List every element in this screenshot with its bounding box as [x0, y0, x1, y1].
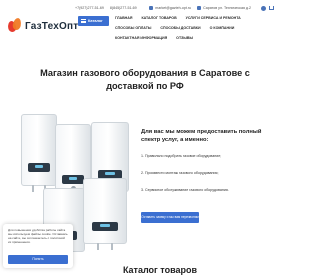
logo-text: ГазТехОпт	[25, 20, 79, 32]
catalog-section-title: Каталог товаров	[122, 265, 198, 275]
nav-item-reviews[interactable]: Отзывы	[176, 36, 193, 41]
request-callback-button[interactable]: Оставить заявку и мы вам перезвоним	[141, 212, 199, 223]
nav-item-home[interactable]: Главная	[115, 16, 132, 21]
catalog-button-label: Каталог	[88, 19, 103, 23]
catalog-button[interactable]: Каталог	[78, 16, 109, 26]
address-text: Саратов ул. Техническая д.2	[203, 5, 251, 10]
service-item-maintenance: 3. Сервисное обслуживание газового обору…	[141, 188, 229, 192]
service-item-install: 2. Произвести монтаж газового оборудован…	[141, 171, 219, 175]
top-contact-bar: +7(927)277-51-69 8(845)277-51-69 market@…	[75, 4, 274, 12]
phone-link-1[interactable]: +7(927)277-51-69	[75, 6, 104, 10]
nav-item-services[interactable]: Услуги сервиса и ремонта	[186, 16, 241, 21]
flame-logo-icon	[7, 17, 23, 34]
cookie-notice: Для повышения удобства работы сайта мы и…	[3, 224, 73, 268]
service-item-select: 1. Правильно подобрать газовое оборудова…	[141, 154, 222, 158]
services-heading: Для вас мы можем предоставить полный спе…	[141, 129, 262, 143]
nav-item-delivery[interactable]: Способы доставки	[160, 26, 200, 31]
main-nav: Главная Каталог товаров Услуги сервиса и…	[115, 16, 273, 41]
cookie-text: Для повышения удобства работы сайта мы и…	[8, 228, 68, 244]
email-icon	[149, 6, 154, 11]
email-link[interactable]: market@gazteh-opt.ru	[155, 6, 191, 10]
account-icon[interactable]	[261, 5, 266, 11]
nav-item-catalog[interactable]: Каталог товаров	[141, 16, 176, 21]
site-logo[interactable]: ГазТехОпт	[7, 17, 79, 34]
nav-item-contacts[interactable]: Контактная информация	[115, 36, 167, 41]
services-block: Для вас мы можем предоставить полный спе…	[141, 128, 271, 223]
nav-item-about[interactable]: О компании	[210, 26, 235, 31]
phone-link-2[interactable]: 8(845)277-51-69	[110, 6, 137, 10]
cart-icon[interactable]	[269, 6, 274, 10]
hero-title: Магазин газового оборудования в Саратове…	[40, 68, 250, 91]
cookie-accept-button[interactable]: Понять	[8, 255, 68, 264]
location-icon	[197, 6, 202, 11]
nav-item-payment[interactable]: Способы оплаты	[115, 26, 151, 31]
menu-icon	[81, 19, 86, 23]
